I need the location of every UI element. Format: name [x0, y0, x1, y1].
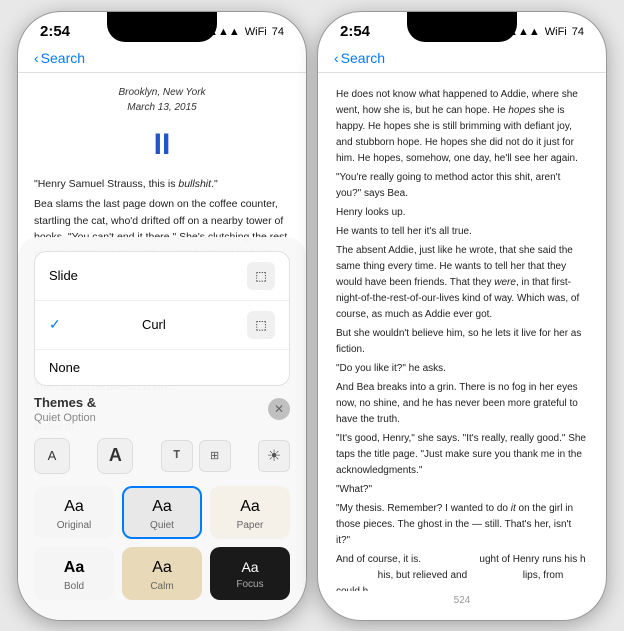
- back-label-left: Search: [41, 50, 85, 66]
- nav-bar-left: ‹ Search: [18, 48, 306, 73]
- status-icons-left: ▲▲▲ WiFi 74: [207, 26, 284, 38]
- theme-paper[interactable]: Aa Paper: [210, 486, 290, 539]
- font-decrease-btn[interactable]: A: [34, 438, 70, 474]
- theme-quiet-label: Quiet: [150, 520, 174, 531]
- status-icons-right: ▲▲▲ WiFi 74: [507, 26, 584, 38]
- chevron-left-icon: ‹: [34, 50, 39, 66]
- theme-quiet[interactable]: Aa Quiet: [122, 486, 202, 539]
- font-style-icon2[interactable]: ⊞: [199, 440, 231, 472]
- quiet-option-label: Quiet Option: [34, 412, 96, 424]
- chevron-left-icon-right: ‹: [334, 50, 339, 66]
- slide-option-none[interactable]: None: [35, 350, 289, 385]
- rp-4: He wants to tell her it's all true.: [336, 224, 588, 240]
- theme-paper-preview: Aa: [240, 498, 260, 516]
- book-content-right: He does not know what happened to Addie,…: [318, 73, 606, 591]
- font-increase-btn[interactable]: A: [97, 438, 133, 474]
- notch-left: [107, 12, 217, 42]
- theme-original-preview: Aa: [64, 498, 84, 516]
- rp-7: "Do you like it?" he asks.: [336, 361, 588, 377]
- status-bar-right: 2:54 ▲▲▲ WiFi 74: [318, 12, 606, 48]
- brightness-icon[interactable]: ☀: [258, 440, 290, 472]
- theme-paper-label: Paper: [237, 520, 264, 531]
- theme-bold-label: Bold: [64, 581, 84, 592]
- page-number: 524: [318, 591, 606, 610]
- rp-6: But she wouldn't believe him, so he lets…: [336, 326, 588, 358]
- back-label-right: Search: [341, 50, 385, 66]
- slide-label: Slide: [49, 268, 78, 283]
- rp-11: "My thesis. Remember? I wanted to do it …: [336, 501, 588, 549]
- rp-5: The absent Addie, just like he wrote, th…: [336, 243, 588, 323]
- themes-title-container: Themes & Quiet Option: [34, 394, 96, 424]
- theme-bold-preview: Aa: [64, 559, 84, 577]
- theme-original[interactable]: Aa Original: [34, 486, 114, 539]
- close-button[interactable]: ✕: [268, 398, 290, 420]
- slide-option-curl[interactable]: ✓ Curl ⬚: [35, 301, 289, 350]
- theme-bold[interactable]: Aa Bold: [34, 547, 114, 600]
- theme-quiet-preview: Aa: [152, 498, 172, 516]
- battery-icon-right: 74: [572, 26, 584, 38]
- rp-9: "It's good, Henry," she says. "It's real…: [336, 431, 588, 479]
- theme-grid: Aa Original Aa Quiet Aa Paper Aa Bold: [34, 486, 290, 600]
- slide-icon-box: ⬚: [247, 262, 275, 290]
- none-label: None: [49, 360, 80, 375]
- theme-focus-preview: Aa: [241, 559, 258, 575]
- rp-10: "What?": [336, 482, 588, 498]
- theme-focus[interactable]: Aa Focus: [210, 547, 290, 600]
- slide-option-slide[interactable]: Slide ⬚: [35, 252, 289, 301]
- overlay-panel: Slide ⬚ ✓ Curl ⬚ None: [18, 237, 306, 620]
- wifi-icon-right: WiFi: [545, 26, 567, 38]
- notch-right: [407, 12, 517, 42]
- rp-1: He does not know what happened to Addie,…: [336, 87, 588, 167]
- back-button-left[interactable]: ‹ Search: [34, 50, 85, 66]
- status-bar-left: 2:54 ▲▲▲ WiFi 74: [18, 12, 306, 48]
- font-style-icons: 𝐓 ⊞: [161, 440, 231, 472]
- slide-options: Slide ⬚ ✓ Curl ⬚ None: [34, 251, 290, 386]
- theme-calm-preview: Aa: [152, 559, 172, 577]
- themes-title: Themes &: [34, 395, 96, 410]
- back-button-right[interactable]: ‹ Search: [334, 50, 385, 66]
- time-left: 2:54: [40, 23, 70, 40]
- font-controls: A A 𝐓 ⊞ ☀: [34, 432, 290, 482]
- time-right: 2:54: [340, 23, 370, 40]
- font-style-icon1[interactable]: 𝐓: [161, 440, 193, 472]
- theme-calm[interactable]: Aa Calm: [122, 547, 202, 600]
- nav-bar-right: ‹ Search: [318, 48, 606, 73]
- curl-icon-box: ⬚: [247, 311, 275, 339]
- theme-calm-label: Calm: [150, 581, 173, 592]
- rp-2: "You're really going to method actor thi…: [336, 170, 588, 202]
- book-location: Brooklyn, New YorkMarch 13, 2015: [34, 85, 290, 116]
- curl-check: ✓: [49, 316, 61, 333]
- battery-icon: 74: [272, 26, 284, 38]
- para-1: "Henry Samuel Strauss, this is bullshit.…: [34, 176, 290, 192]
- theme-original-label: Original: [57, 520, 91, 531]
- rp-8: And Bea breaks into a grin. There is no …: [336, 380, 588, 428]
- rp-3: Henry looks up.: [336, 205, 588, 221]
- theme-focus-label: Focus: [236, 579, 263, 590]
- left-phone: 2:54 ▲▲▲ WiFi 74 ‹ Search Brooklyn, New …: [17, 11, 307, 621]
- curl-label: Curl: [142, 317, 166, 332]
- wifi-icon: WiFi: [245, 26, 267, 38]
- themes-header: Themes & Quiet Option ✕: [34, 394, 290, 424]
- right-phone: 2:54 ▲▲▲ WiFi 74 ‹ Search He does not kn…: [317, 11, 607, 621]
- rp-12: And of course, it is. ught of Henry runs…: [336, 552, 588, 591]
- chapter-number: II: [34, 122, 290, 169]
